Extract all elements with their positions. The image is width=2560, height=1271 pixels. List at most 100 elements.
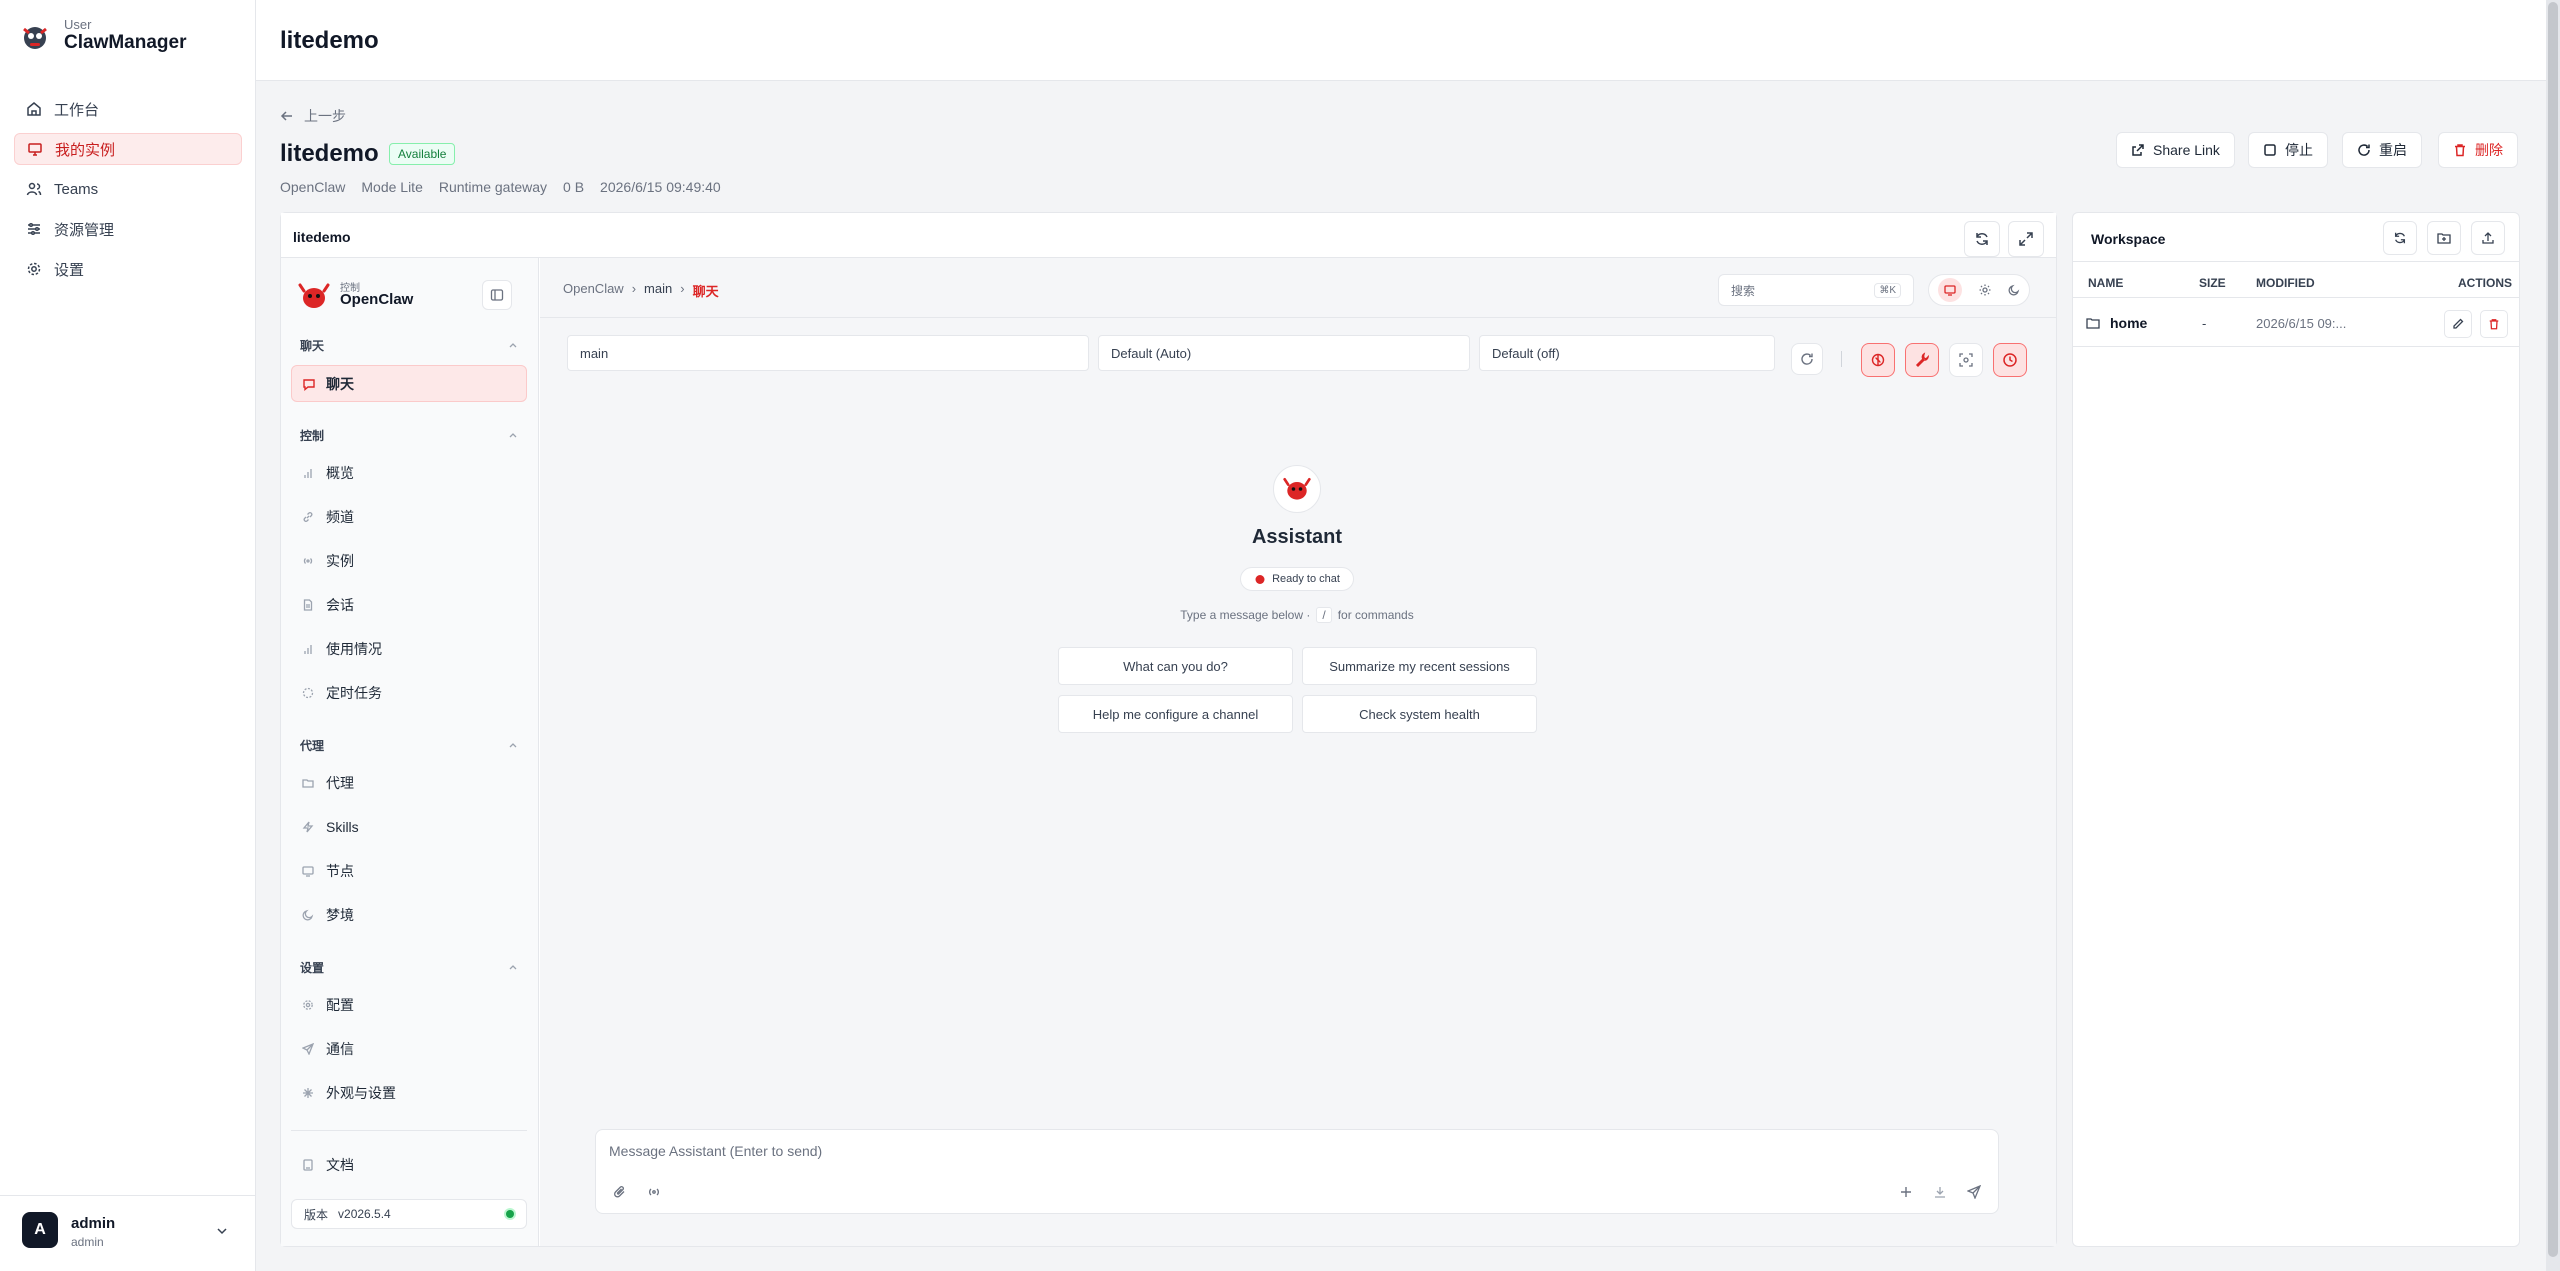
sidebar-item-appearance[interactable]: 外观与设置	[302, 1076, 530, 1110]
brand-subtitle: User	[64, 17, 92, 32]
sidebar-item-channels[interactable]: 频道	[302, 500, 530, 534]
collapse-sidebar-button[interactable]	[482, 280, 512, 310]
arrow-left-icon	[280, 109, 294, 123]
wrench-icon	[1914, 352, 1930, 368]
search-input[interactable]: 搜索 ⌘K	[1718, 274, 1914, 306]
message-input[interactable]: Message Assistant (Enter to send)	[609, 1143, 822, 1159]
tools-toggle-button[interactable]	[1905, 343, 1939, 377]
col-name[interactable]: NAME	[2088, 276, 2123, 290]
sidebar-item-nodes[interactable]: 节点	[302, 854, 530, 888]
user-role: admin	[71, 1235, 104, 1249]
thinking-select[interactable]: Default (off)	[1479, 335, 1775, 371]
col-size[interactable]: SIZE	[2199, 276, 2226, 290]
refresh-chat-button[interactable]	[1791, 343, 1823, 375]
fullscreen-button[interactable]	[2008, 221, 2044, 257]
delete-label: 删除	[2475, 142, 2503, 158]
history-toggle-button[interactable]	[1993, 343, 2027, 377]
loader-icon	[302, 687, 314, 699]
section-chat[interactable]: 聊天	[300, 337, 518, 354]
brain-icon	[1870, 352, 1886, 368]
expand-icon	[2018, 231, 2034, 247]
sidebar-item-sessions[interactable]: 会话	[302, 588, 530, 622]
col-actions: ACTIONS	[2458, 276, 2512, 290]
sidebar-item-resources[interactable]: 资源管理	[14, 213, 242, 245]
openclaw-logo-icon	[1282, 474, 1312, 504]
sidebar-item-label: 配置	[326, 997, 354, 1013]
broadcast-icon[interactable]	[647, 1185, 661, 1199]
file-name[interactable]: home	[2110, 315, 2147, 331]
rename-button[interactable]	[2444, 310, 2472, 338]
scrollbar[interactable]	[2546, 0, 2560, 1271]
back-link[interactable]: 上一步	[280, 106, 346, 126]
section-control-label: 控制	[300, 429, 325, 443]
breadcrumb-item[interactable]: OpenClaw	[563, 281, 624, 300]
sidebar-item-chat[interactable]: 聊天	[291, 365, 527, 402]
focus-mode-button[interactable]	[1949, 343, 1983, 377]
workspace-refresh-button[interactable]	[2383, 221, 2417, 255]
stop-button[interactable]: 停止	[2248, 132, 2328, 168]
user-name: admin	[71, 1215, 116, 1232]
upload-button[interactable]	[2471, 221, 2505, 255]
sidebar-item-label: 工作台	[54, 101, 100, 119]
embed-header	[281, 213, 2056, 258]
bar-chart-icon	[302, 643, 314, 655]
thinking-toggle-button[interactable]	[1861, 343, 1895, 377]
section-control[interactable]: 控制	[300, 427, 518, 444]
plus-icon[interactable]	[1899, 1185, 1913, 1199]
scan-icon	[1959, 353, 1973, 367]
moon-icon	[302, 909, 314, 921]
sidebar-item-settings[interactable]: 设置	[14, 253, 242, 285]
suggestion-chip[interactable]: Check system health	[1302, 695, 1537, 733]
embed-refresh-button[interactable]	[1964, 221, 2000, 257]
delete-file-button[interactable]	[2480, 310, 2508, 338]
new-folder-button[interactable]	[2427, 221, 2461, 255]
online-indicator	[506, 1210, 514, 1218]
chevron-up-icon	[508, 959, 518, 976]
home-icon	[26, 101, 42, 117]
send-icon[interactable]	[1967, 1185, 1981, 1199]
suggestion-chip[interactable]: Help me configure a channel	[1058, 695, 1293, 733]
breadcrumb-item[interactable]: main	[644, 281, 672, 300]
sidebar-item-label: 文档	[326, 1157, 354, 1173]
brand[interactable]: User ClawManager	[18, 18, 186, 54]
suggestion-chip[interactable]: Summarize my recent sessions	[1302, 647, 1537, 685]
sidebar-item-docs[interactable]: 文档	[302, 1148, 530, 1182]
sidebar-item-label: 会话	[326, 597, 354, 613]
sidebar-item-skills[interactable]: Skills	[302, 810, 530, 844]
search-placeholder: 搜索	[1731, 283, 1756, 298]
sidebar-item-dreams[interactable]: 梦境	[302, 898, 530, 932]
chevron-down-icon[interactable]	[215, 1224, 229, 1238]
sidebar-item-agents[interactable]: 代理	[302, 766, 530, 800]
top-header: litedemo	[256, 0, 2546, 81]
suggestion-chip[interactable]: What can you do?	[1058, 647, 1293, 685]
col-modified[interactable]: MODIFIED	[2256, 276, 2315, 290]
moon-icon[interactable]	[2008, 284, 2020, 296]
delete-button[interactable]: 删除	[2438, 132, 2518, 168]
sidebar-item-config[interactable]: 配置	[302, 988, 530, 1022]
paperclip-icon[interactable]	[613, 1185, 627, 1199]
sidebar-item-teams[interactable]: Teams	[14, 173, 242, 205]
send-icon	[302, 1043, 314, 1055]
sidebar-item-instances[interactable]: 实例	[302, 544, 530, 578]
download-icon[interactable]	[1933, 1185, 1947, 1199]
clock-icon	[2002, 352, 2018, 368]
model-select[interactable]: Default (Auto)	[1098, 335, 1470, 371]
share-link-button[interactable]: Share Link	[2116, 132, 2235, 168]
sidebar-item-my-instances[interactable]: 我的实例	[14, 133, 242, 165]
section-agent[interactable]: 代理	[300, 737, 518, 754]
sidebar-item-overview[interactable]: 概览	[302, 456, 530, 490]
sidebar-item-comms[interactable]: 通信	[302, 1032, 530, 1066]
stop-label: 停止	[2285, 142, 2313, 158]
sun-icon[interactable]	[1979, 284, 1991, 296]
theme-toggle[interactable]	[1928, 274, 2030, 306]
message-composer	[595, 1129, 1999, 1214]
monitor-icon[interactable]	[1937, 278, 1962, 302]
sidebar-item-cron[interactable]: 定时任务	[302, 676, 530, 710]
section-settings[interactable]: 设置	[300, 959, 518, 976]
restart-button[interactable]: 重启	[2342, 132, 2422, 168]
sidebar-item-label: 外观与设置	[326, 1085, 396, 1101]
session-select[interactable]: main	[567, 335, 1089, 371]
divider	[1841, 351, 1842, 367]
sidebar-item-workbench[interactable]: 工作台	[14, 93, 242, 125]
sidebar-item-usage[interactable]: 使用情况	[302, 632, 530, 666]
